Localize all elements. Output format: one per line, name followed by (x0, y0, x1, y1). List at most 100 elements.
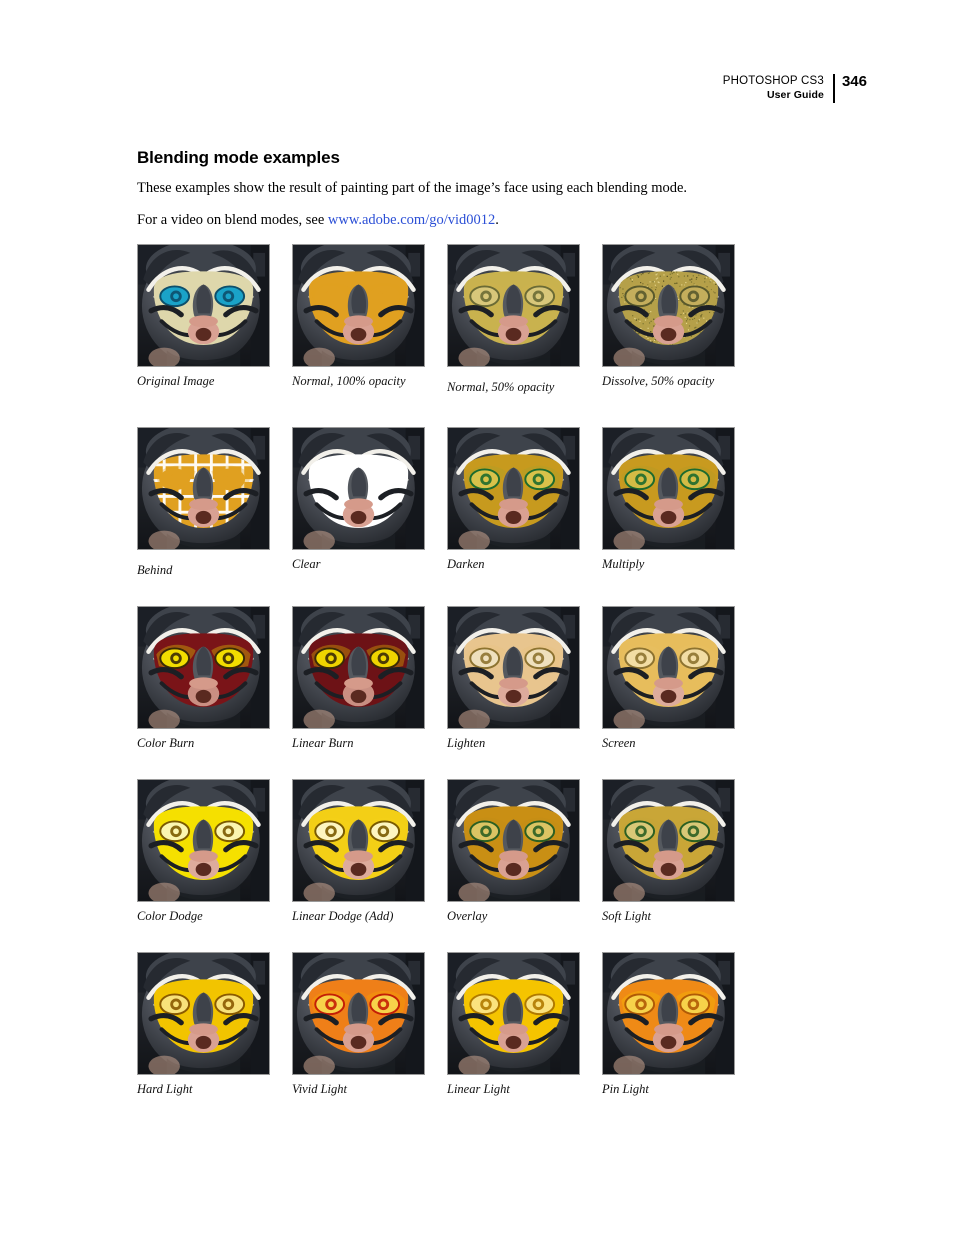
totem-owl-illustration (292, 244, 425, 367)
totem-owl-illustration (447, 427, 580, 550)
example-caption: Dissolve, 50% opacity (602, 374, 715, 388)
header-divider-rule (832, 74, 835, 103)
example-caption: Lighten (447, 736, 486, 750)
example-thumbnail (292, 952, 447, 1075)
totem-owl-illustration (292, 427, 425, 550)
example-cell-screen: Screen (602, 606, 757, 750)
totem-owl-illustration (602, 606, 735, 729)
header-guide-label: User Guide (766, 89, 824, 101)
video-paragraph: For a video on blend modes, see www.adob… (137, 211, 837, 230)
video-suffix-text: . (495, 212, 499, 228)
page-content: Blending mode examples These examples sh… (137, 148, 837, 230)
example-thumbnail (137, 427, 292, 550)
example-caption: Color Burn (137, 736, 195, 750)
example-cell-pinlight: Pin Light (602, 952, 757, 1096)
example-caption: Linear Light (447, 1082, 510, 1096)
page-number: 346 (841, 73, 867, 90)
example-caption: Color Dodge (137, 909, 203, 923)
header-text-block: PHOTOSHOP CS3 User Guide (723, 74, 833, 103)
totem-owl-illustration (447, 606, 580, 729)
example-cell-clear: Clear (292, 427, 447, 577)
example-thumbnail (602, 952, 757, 1075)
example-row: Color Burn Linear Burn Lighten Screen (137, 606, 757, 750)
example-thumbnail (292, 427, 447, 550)
example-cell-multiply: Multiply (602, 427, 757, 577)
example-cell-colorburn: Color Burn (137, 606, 292, 750)
example-caption: Clear (292, 557, 321, 571)
example-cell-softlight: Soft Light (602, 779, 757, 923)
example-cell-colordodge: Color Dodge (137, 779, 292, 923)
intro-paragraph: These examples show the result of painti… (137, 180, 688, 196)
totem-owl-illustration (602, 779, 735, 902)
totem-owl-illustration (137, 952, 270, 1075)
totem-owl-illustration (447, 244, 580, 367)
totem-owl-illustration (447, 779, 580, 902)
example-caption: Normal, 50% opacity (447, 380, 555, 394)
example-thumbnail (602, 606, 757, 729)
example-thumbnail (137, 606, 292, 729)
example-thumbnail (292, 244, 447, 367)
video-link[interactable]: www.adobe.com/go/vid0012 (328, 212, 495, 228)
example-thumbnail (292, 779, 447, 902)
example-caption: Behind (137, 563, 173, 577)
example-thumbnail (447, 427, 602, 550)
row-spacer (137, 750, 757, 779)
example-cell-normal100: Normal, 100% opacity (292, 244, 447, 394)
example-row: Hard Light Vivid Light Linear Light Pin … (137, 952, 757, 1096)
example-cell-overlay: Overlay (447, 779, 602, 923)
example-thumbnail (602, 244, 757, 367)
page-header: PHOTOSHOP CS3 User Guide 346 (723, 74, 867, 103)
example-cell-lighten: Lighten (447, 606, 602, 750)
totem-owl-illustration (137, 244, 270, 367)
page-title: Blending mode examples (137, 148, 340, 167)
example-cell-original: Original Image (137, 244, 292, 394)
example-thumbnail (602, 779, 757, 902)
example-caption: Darken (447, 557, 485, 571)
totem-owl-illustration (447, 952, 580, 1075)
example-caption: Overlay (447, 909, 488, 923)
header-product-name: PHOTOSHOP CS3 (722, 75, 824, 87)
example-caption: Pin Light (602, 1082, 649, 1096)
example-thumbnail (447, 952, 602, 1075)
example-caption: Screen (602, 736, 636, 750)
example-thumbnail (447, 606, 602, 729)
totem-owl-illustration (137, 606, 270, 729)
example-cell-behind: Behind (137, 427, 292, 577)
example-caption: Linear Dodge (Add) (292, 909, 394, 923)
totem-owl-illustration (137, 427, 270, 550)
example-row: Behind Clear Darken Multiply (137, 427, 757, 577)
example-caption: Multiply (602, 557, 645, 571)
example-thumbnail (447, 244, 602, 367)
example-thumbnail (137, 779, 292, 902)
totem-owl-illustration (602, 244, 735, 367)
row-spacer (137, 394, 757, 427)
totem-owl-illustration (602, 952, 735, 1075)
totem-owl-illustration (292, 606, 425, 729)
totem-owl-illustration (292, 779, 425, 902)
example-thumbnail (447, 779, 602, 902)
example-thumbnail (292, 606, 447, 729)
blending-mode-example-grid: Original Image Normal, 100% opacity Norm… (137, 244, 757, 1096)
example-row: Original Image Normal, 100% opacity Norm… (137, 244, 757, 394)
example-cell-linearlight: Linear Light (447, 952, 602, 1096)
example-thumbnail (137, 244, 292, 367)
row-spacer (137, 923, 757, 952)
example-cell-lineardodge: Linear Dodge (Add) (292, 779, 447, 923)
example-caption: Linear Burn (292, 736, 354, 750)
example-cell-normal50: Normal, 50% opacity (447, 244, 602, 394)
video-prefix-text: For a video on blend modes, see (137, 212, 328, 228)
example-thumbnail (137, 952, 292, 1075)
totem-owl-illustration (292, 952, 425, 1075)
totem-owl-illustration (602, 427, 735, 550)
example-thumbnail (602, 427, 757, 550)
example-cell-vividlight: Vivid Light (292, 952, 447, 1096)
example-caption: Original Image (137, 374, 215, 388)
example-cell-hardlight: Hard Light (137, 952, 292, 1096)
totem-owl-illustration (137, 779, 270, 902)
example-caption: Normal, 100% opacity (292, 374, 406, 388)
example-cell-dissolve50: Dissolve, 50% opacity (602, 244, 757, 394)
example-caption: Soft Light (602, 909, 651, 923)
example-row: Color Dodge Linear Dodge (Add) Overlay S… (137, 779, 757, 923)
example-caption: Hard Light (137, 1082, 193, 1096)
example-caption: Vivid Light (292, 1082, 347, 1096)
